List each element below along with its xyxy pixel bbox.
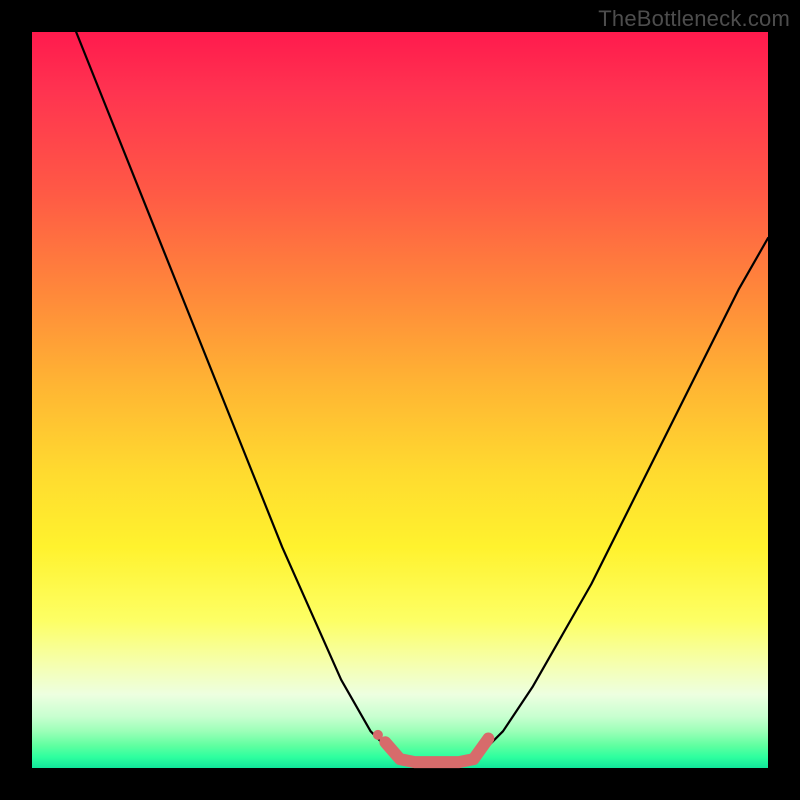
series-left-curve [76, 32, 400, 761]
plot-area [32, 32, 768, 768]
chart-svg [32, 32, 768, 768]
chart-frame: TheBottleneck.com [0, 0, 800, 800]
marker-left-dot [373, 730, 383, 740]
series-bottom-segment [385, 739, 488, 763]
series-right-curve [474, 238, 768, 761]
watermark-text: TheBottleneck.com [598, 6, 790, 32]
